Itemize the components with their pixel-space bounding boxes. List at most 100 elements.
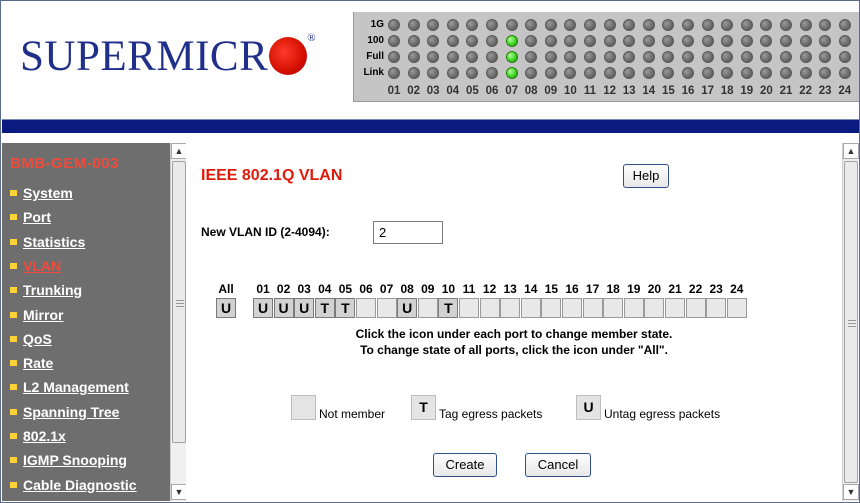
- port-led-icon: [407, 35, 420, 47]
- port-member-toggle[interactable]: [500, 298, 521, 318]
- all-label: All: [218, 282, 234, 296]
- port-number: 01: [387, 85, 401, 97]
- port-member-toggle[interactable]: [685, 298, 706, 318]
- port-led-icon: [466, 35, 479, 47]
- bullet-icon: [10, 457, 17, 464]
- port-led-icon: [466, 67, 479, 79]
- sidebar-item-vlan[interactable]: VLAN: [10, 254, 170, 278]
- sidebar-item-label: Mirror: [23, 306, 64, 323]
- port-led-icon: [427, 19, 440, 31]
- port-member-toggle[interactable]: [603, 298, 624, 318]
- sidebar-item-igmp-snooping[interactable]: IGMP Snooping: [10, 448, 170, 472]
- port-number: 17: [701, 85, 714, 97]
- port-led-icon: [799, 51, 812, 63]
- all-ports-toggle[interactable]: U: [216, 298, 236, 318]
- bullet-icon: [10, 335, 17, 342]
- port-led-icon: [603, 67, 616, 79]
- port-member-toggle[interactable]: [356, 298, 376, 318]
- sidebar-scrollbar[interactable]: ▲ ▼: [170, 143, 187, 501]
- main-scrollbar[interactable]: ▲ ▼: [842, 143, 859, 501]
- port-member-toggle[interactable]: [644, 298, 665, 318]
- create-button[interactable]: Create: [433, 453, 497, 477]
- scroll-thumb[interactable]: [172, 161, 186, 443]
- port-member-toggle[interactable]: [706, 298, 727, 318]
- sidebar-item-qos[interactable]: QoS: [10, 327, 170, 351]
- sidebar-item-spanning-tree[interactable]: Spanning Tree: [10, 400, 170, 424]
- scroll-down-icon[interactable]: ▼: [171, 484, 187, 500]
- page-title: IEEE 802.1Q VLAN: [201, 167, 343, 184]
- port-led-icon: [505, 51, 518, 63]
- port-led-icon: [564, 35, 577, 47]
- sidebar-item-mirror[interactable]: Mirror: [10, 303, 170, 327]
- port-led-icon: [388, 51, 400, 63]
- sidebar-item-rate[interactable]: Rate: [10, 351, 170, 375]
- port-member-toggle[interactable]: [623, 298, 644, 318]
- port-member-toggle[interactable]: U: [253, 298, 273, 318]
- port-member-toggle[interactable]: [520, 298, 541, 318]
- port-member-toggle[interactable]: [562, 298, 582, 318]
- port-member-toggle[interactable]: T: [438, 298, 459, 318]
- sidebar-item-label: System: [23, 185, 73, 201]
- port-led-icon: [623, 19, 636, 31]
- cancel-button[interactable]: Cancel: [525, 453, 591, 477]
- scroll-down-icon[interactable]: ▼: [843, 484, 859, 500]
- port-led-panel: 1G 100 Full Link 01 02 03 04 05 06 07 08 09 10 11 12 13 1…: [353, 12, 859, 102]
- sidebar-item-statistics[interactable]: Statistics: [10, 230, 170, 254]
- sidebar-item-port[interactable]: Port: [10, 205, 170, 229]
- scroll-up-icon[interactable]: ▲: [171, 143, 187, 159]
- port-led-icon: [701, 19, 714, 31]
- port-member-toggle[interactable]: [459, 298, 479, 318]
- sidebar-item-label: VLAN: [23, 257, 62, 274]
- port-member-toggle[interactable]: [582, 298, 603, 318]
- port-member-toggle[interactable]: [726, 298, 747, 318]
- port-led-icon: [564, 19, 577, 31]
- bullet-icon: [10, 238, 17, 245]
- port-led-icon: [642, 19, 655, 31]
- bullet-icon: [10, 190, 17, 196]
- port-member-toggle[interactable]: [479, 298, 500, 318]
- browser-frame: SUPERMICR ® 1G 100 Full Link 01 02 03 04 05 06 07 08…: [0, 0, 860, 503]
- port-led-icon: [819, 67, 832, 79]
- sidebar-item-802-1x[interactable]: 802.1x: [10, 424, 170, 448]
- help-button[interactable]: Help: [623, 164, 669, 188]
- port-member-toggle[interactable]: T: [335, 298, 356, 318]
- port-member-toggle[interactable]: U: [273, 298, 294, 318]
- port-number: 09: [544, 85, 558, 97]
- port-led-icon: [427, 51, 440, 63]
- port-led-icon: [584, 67, 596, 79]
- sidebar-item-label: QoS: [23, 330, 52, 347]
- port-led-icon: [544, 67, 557, 79]
- port-member-toggle[interactable]: [376, 298, 397, 318]
- vlan-id-input[interactable]: 2: [373, 221, 443, 244]
- port-member-toggle[interactable]: U: [397, 298, 418, 318]
- port-member-toggle[interactable]: [417, 298, 438, 318]
- sidebar-item-cable-diagnostic[interactable]: Cable Diagnostic: [10, 473, 170, 497]
- port-led-icon: [662, 35, 675, 47]
- port-member-toggle[interactable]: U: [294, 298, 315, 318]
- port-member-toggle[interactable]: [665, 298, 685, 318]
- port-led-icon: [603, 51, 616, 63]
- port-led-icon: [407, 67, 420, 79]
- port-member-toggle[interactable]: T: [314, 298, 335, 318]
- port-led-icon: [740, 51, 753, 63]
- port-led-icon: [407, 19, 420, 31]
- scroll-thumb[interactable]: [844, 161, 858, 483]
- port-number: 06: [485, 85, 499, 97]
- port-number: 20: [759, 85, 773, 97]
- port-number: 13: [622, 85, 636, 97]
- port-led-icon: [388, 67, 400, 79]
- port-led-icon: [642, 35, 655, 47]
- port-led-icon: [721, 19, 734, 31]
- port-led-icon: [584, 35, 596, 47]
- port-number: 08: [524, 85, 538, 97]
- sidebar-item-trunking[interactable]: Trunking: [10, 278, 170, 302]
- port-led-icon: [544, 35, 557, 47]
- scroll-up-icon[interactable]: ▲: [843, 143, 859, 159]
- port-led-icon: [564, 51, 577, 63]
- bullet-icon: [10, 262, 17, 269]
- sidebar-item-system[interactable]: System: [10, 181, 170, 205]
- port-member-toggle[interactable]: [541, 298, 562, 318]
- port-led-icon: [760, 35, 773, 47]
- sidebar-item-l2-management[interactable]: L2 Management: [10, 375, 170, 399]
- supermicro-logo: SUPERMICR ®: [20, 32, 316, 81]
